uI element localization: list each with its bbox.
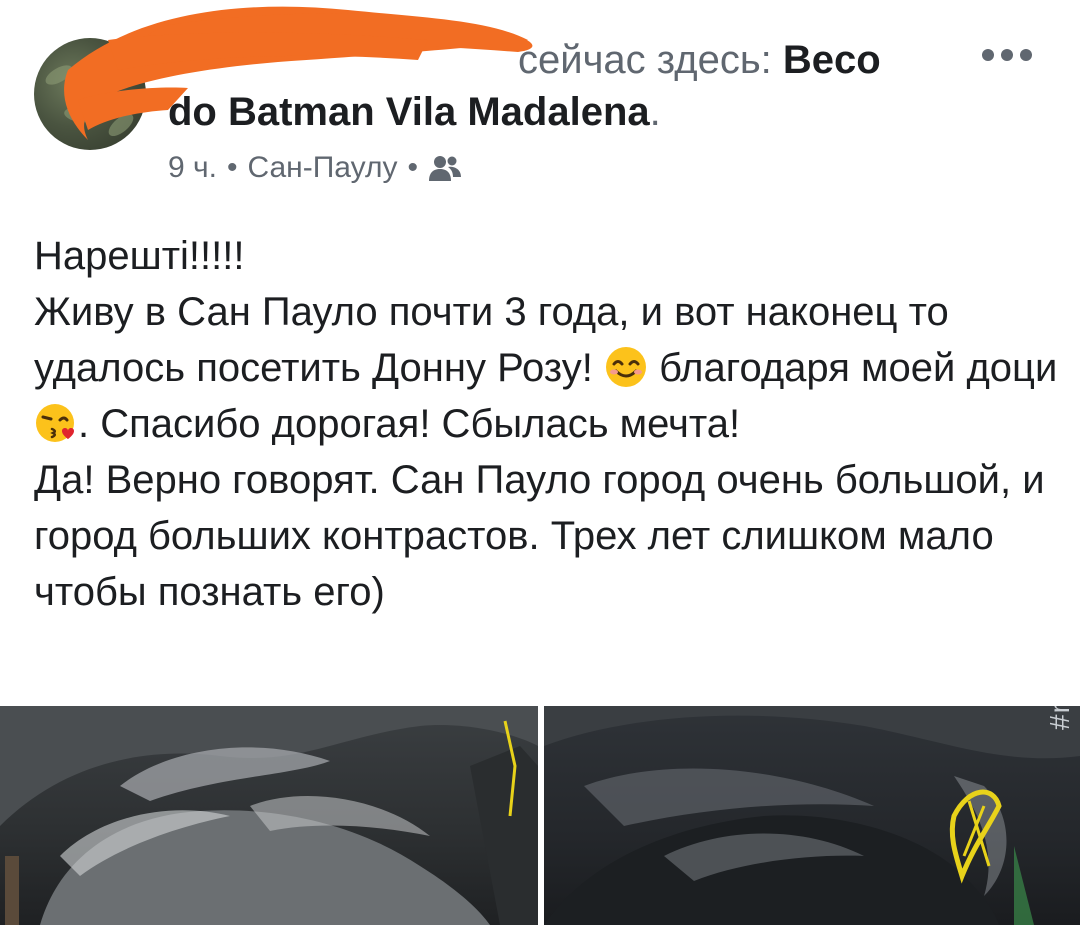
post-header: сейчас здесь: Beco do Batman Vila Madale… <box>0 0 1080 200</box>
more-options-button[interactable] <box>982 40 1032 70</box>
meta-separator: • <box>407 151 419 184</box>
mural-image-right <box>544 706 1080 925</box>
meta-separator: • <box>226 151 238 184</box>
redaction-scribble <box>64 6 533 141</box>
smiling-face-icon <box>604 345 648 389</box>
photo-grid: #myhoodisz <box>0 706 1080 925</box>
post-paragraph: Нарешті!!!!! <box>34 234 245 278</box>
friends-icon[interactable] <box>428 153 462 183</box>
post-location[interactable]: Сан-Паулу <box>248 148 398 188</box>
kissing-face-heart-icon <box>34 401 78 445</box>
checkin-place-part-1[interactable]: Beco <box>783 38 881 82</box>
mural-image-left <box>0 706 538 925</box>
photo-hashtag: #myhoodisz <box>1044 706 1076 730</box>
photo-2[interactable]: #myhoodisz <box>544 706 1080 925</box>
post-meta: 9 ч. • Сан-Паулу • <box>168 148 462 188</box>
place-period: . <box>649 90 661 134</box>
photo-1[interactable] <box>0 706 538 925</box>
post-paragraph: Да! Верно говорят. Сан Пауло город очень… <box>34 458 1045 614</box>
post-time[interactable]: 9 ч. <box>168 148 217 188</box>
more-dots-icon <box>982 49 994 61</box>
post-paragraph: Живу в Сан Пауло почти 3 года, и вот нак… <box>34 290 1058 446</box>
post-text: Нарешті!!!!! Живу в Сан Пауло почти 3 го… <box>34 228 1064 620</box>
